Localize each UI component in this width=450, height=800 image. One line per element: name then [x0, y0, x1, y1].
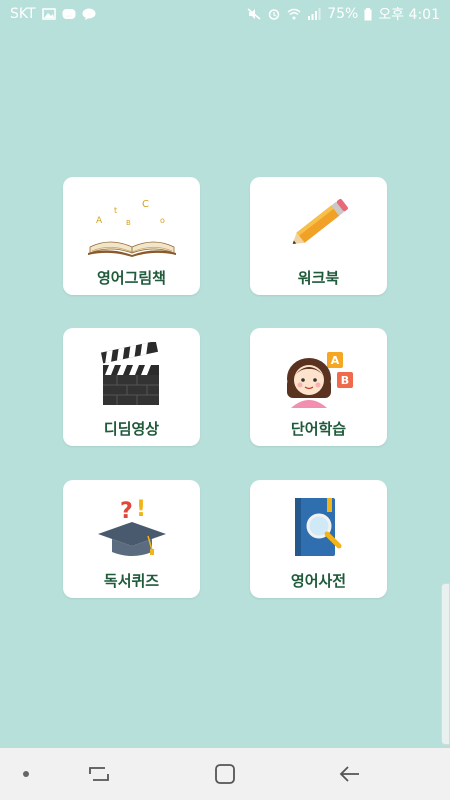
nav-dot-icon: [20, 768, 32, 780]
card-label: 디딤영상: [103, 420, 160, 438]
home-icon[interactable]: [210, 760, 240, 788]
card-label: 영어그림책: [96, 269, 166, 287]
svg-text:...: ...: [66, 12, 72, 19]
svg-text:?: ?: [120, 499, 133, 524]
word-study-button[interactable]: A B 단어학습: [250, 328, 387, 446]
card-label: 단어학습: [290, 420, 347, 438]
status-right: 75% 오후 4:01: [247, 4, 440, 24]
recent-apps-icon[interactable]: [84, 760, 114, 788]
pencil-icon: [269, 189, 369, 259]
navigation-bar: [0, 748, 450, 800]
back-icon[interactable]: [334, 760, 364, 788]
status-bar: SKT ... 75% 오후 4:01: [0, 0, 450, 28]
chat-notification-icon: ...: [62, 9, 76, 19]
gallery-notification-icon: [41, 8, 56, 20]
battery-percent: 75%: [327, 6, 359, 22]
alarm-icon: [268, 9, 280, 20]
svg-text:B: B: [340, 374, 348, 387]
status-left: SKT ...: [10, 6, 96, 22]
signal-icon: [308, 8, 321, 20]
english-picturebook-button[interactable]: A t B C o 영어그림책: [63, 177, 200, 295]
graduation-cap-question-icon: ? !: [82, 492, 182, 562]
workbook-button[interactable]: 워크북: [250, 177, 387, 295]
english-dictionary-button[interactable]: 영어사전: [250, 480, 387, 598]
svg-text:t: t: [114, 206, 117, 215]
svg-text:A: A: [330, 354, 339, 367]
talk-notification-icon: [82, 8, 96, 20]
open-book-icon: A t B C o: [82, 189, 182, 259]
svg-text:!: !: [136, 497, 146, 522]
card-label: 영어사전: [290, 572, 347, 590]
clapperboard-icon: [82, 340, 182, 410]
didim-video-button[interactable]: 디딤영상: [63, 328, 200, 446]
wifi-icon: [287, 8, 301, 20]
child-abc-blocks-icon: A B: [269, 340, 369, 410]
mute-icon: [247, 8, 261, 20]
edge-panel-handle[interactable]: [441, 583, 450, 745]
dictionary-magnifier-icon: [269, 492, 369, 562]
svg-text:B: B: [126, 219, 131, 227]
reading-quiz-button[interactable]: ? ! 독서퀴즈: [63, 480, 200, 598]
svg-text:A: A: [96, 216, 103, 226]
carrier-label: SKT: [10, 6, 36, 22]
clock: 오후 4:01: [378, 7, 440, 23]
svg-text:C: C: [142, 199, 149, 210]
svg-text:o: o: [160, 216, 165, 225]
card-label: 독서퀴즈: [103, 572, 160, 590]
card-label: 워크북: [297, 269, 340, 287]
battery-icon: [364, 7, 372, 20]
